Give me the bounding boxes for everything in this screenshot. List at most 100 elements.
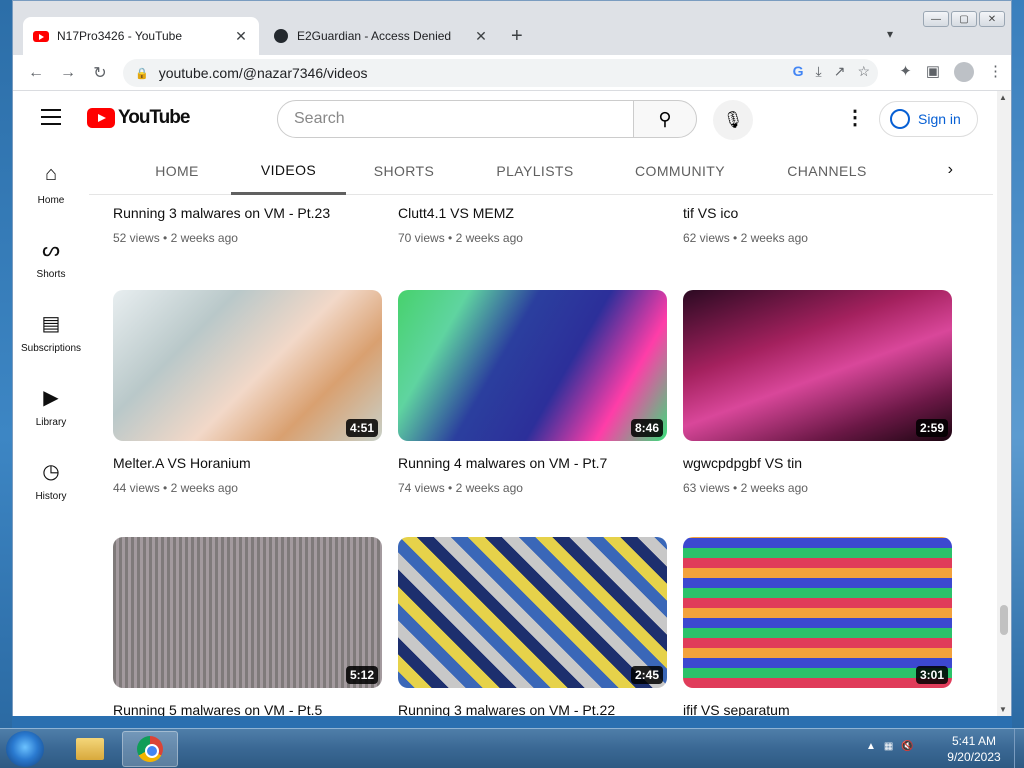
video-thumbnail[interactable]: 3:01 bbox=[683, 537, 952, 688]
video-title[interactable]: Running 3 malwares on VM - Pt.22 bbox=[398, 702, 667, 716]
more-options-icon[interactable]: ⋮ bbox=[845, 105, 865, 130]
forward-arrow-icon[interactable]: → bbox=[57, 62, 79, 84]
maximize-button[interactable]: ▢ bbox=[951, 11, 977, 27]
show-desktop-button[interactable] bbox=[1014, 729, 1024, 768]
video-meta: 63 views • 2 weeks ago bbox=[683, 481, 808, 495]
profile-avatar-icon[interactable] bbox=[954, 62, 974, 82]
duration-badge: 2:45 bbox=[630, 666, 663, 684]
library-icon: ▶ bbox=[43, 386, 59, 409]
close-icon[interactable]: ✕ bbox=[473, 28, 489, 45]
video-card[interactable]: 4:51 Melter.A VS Horanium 44 views • 2 w… bbox=[113, 290, 382, 495]
extensions-icon[interactable]: ✦ bbox=[899, 62, 912, 82]
system-tray: ▲ ▦ 🔇 bbox=[866, 741, 914, 752]
show-hidden-icons-icon[interactable]: ▲ bbox=[866, 741, 876, 752]
network-icon[interactable]: ▦ bbox=[884, 741, 893, 752]
chrome-icon bbox=[137, 736, 163, 762]
video-card[interactable]: Clutt4.1 VS MEMZ 70 views • 2 weeks ago bbox=[398, 199, 667, 245]
video-title[interactable]: ifif VS separatum bbox=[683, 702, 952, 716]
video-title[interactable]: Melter.A VS Horanium bbox=[113, 455, 382, 471]
shorts-icon: ᔕ bbox=[42, 238, 60, 261]
video-card[interactable]: 2:59 wgwcpdpgbf VS tin 63 views • 2 week… bbox=[683, 290, 952, 495]
side-panel-icon[interactable]: ▣ bbox=[926, 62, 940, 82]
video-title[interactable]: Running 5 malwares on VM - Pt.5 bbox=[113, 702, 382, 716]
sidebar-item-shorts[interactable]: ᔕ Shorts bbox=[13, 221, 89, 295]
video-thumbnail[interactable]: 2:45 bbox=[398, 537, 667, 688]
reload-icon[interactable]: ↻ bbox=[89, 62, 111, 84]
folder-icon bbox=[76, 738, 104, 760]
video-card[interactable]: 2:45 Running 3 malwares on VM - Pt.22 bbox=[398, 537, 667, 716]
sidebar-item-library[interactable]: ▶ Library bbox=[13, 369, 89, 443]
youtube-logo[interactable]: YouTube bbox=[87, 107, 190, 129]
close-icon[interactable]: ✕ bbox=[233, 28, 249, 45]
video-title[interactable]: Clutt4.1 VS MEMZ bbox=[398, 205, 667, 221]
sidebar-item-subscriptions[interactable]: ▤ Subscriptions bbox=[13, 295, 89, 369]
github-icon bbox=[273, 28, 289, 44]
minimize-button[interactable]: — bbox=[923, 11, 949, 27]
account-icon bbox=[890, 109, 910, 129]
tab-channels[interactable]: CHANNELS bbox=[767, 147, 887, 195]
volume-muted-icon[interactable]: 🔇 bbox=[901, 741, 913, 752]
home-icon: ⌂ bbox=[44, 162, 58, 185]
tab-shorts[interactable]: SHORTS bbox=[349, 147, 459, 195]
youtube-masthead: YouTube Search ⚲ 🎙 ⋮ Sign in bbox=[13, 91, 999, 147]
duration-badge: 5:12 bbox=[345, 666, 378, 684]
browser-tab-e2guardian[interactable]: E2Guardian - Access Denied ✕ bbox=[263, 17, 499, 55]
video-card[interactable]: Running 3 malwares on VM - Pt.23 52 view… bbox=[113, 199, 382, 245]
video-card[interactable]: 3:01 ifif VS separatum bbox=[683, 537, 952, 716]
video-title[interactable]: tif VS ico bbox=[683, 205, 952, 221]
share-icon[interactable]: ↗ bbox=[834, 63, 846, 80]
chevron-right-icon[interactable]: › bbox=[948, 161, 953, 179]
scroll-down-arrow-icon[interactable]: ▼ bbox=[999, 705, 1007, 714]
back-arrow-icon[interactable]: ← bbox=[25, 62, 47, 84]
scroll-up-arrow-icon[interactable]: ▲ bbox=[999, 93, 1007, 102]
duration-badge: 2:59 bbox=[915, 419, 948, 437]
search-icon: ⚲ bbox=[658, 108, 672, 129]
page-scrollbar[interactable]: ▲ ▼ bbox=[997, 91, 1011, 716]
video-title[interactable]: wgwcpdpgbf VS tin bbox=[683, 455, 952, 471]
window-controls: — ▢ ✕ bbox=[923, 11, 1005, 27]
video-thumbnail[interactable]: 2:59 bbox=[683, 290, 952, 441]
video-card[interactable]: 8:46 Running 4 malwares on VM - Pt.7 74 … bbox=[398, 290, 667, 495]
duration-badge: 8:46 bbox=[630, 419, 663, 437]
menu-hamburger-icon[interactable] bbox=[41, 109, 61, 130]
google-icon[interactable]: G bbox=[793, 63, 804, 80]
taskbar-clock[interactable]: 5:41 AM 9/20/2023 bbox=[944, 733, 1004, 765]
sign-in-button[interactable]: Sign in bbox=[879, 101, 978, 137]
tab-home[interactable]: HOME bbox=[117, 147, 237, 195]
video-card[interactable]: 5:12 Running 5 malwares on VM - Pt.5 bbox=[113, 537, 382, 716]
youtube-play-icon bbox=[87, 108, 115, 128]
video-meta: 44 views • 2 weeks ago bbox=[113, 481, 238, 495]
microphone-icon[interactable]: 🎙 bbox=[713, 100, 753, 140]
tab-videos[interactable]: VIDEOS bbox=[231, 147, 346, 195]
video-title[interactable]: Running 4 malwares on VM - Pt.7 bbox=[398, 455, 667, 471]
address-bar[interactable]: 🔒 youtube.com/@nazar7346/videos G ⤓ ↗ ☆ bbox=[123, 59, 878, 87]
menu-kebab-icon[interactable]: ⋮ bbox=[988, 62, 1003, 82]
video-meta: 70 views • 2 weeks ago bbox=[398, 231, 523, 245]
tab-search-chevron-icon[interactable]: ▾ bbox=[887, 27, 893, 41]
taskbar-file-explorer[interactable] bbox=[62, 731, 118, 767]
windows-taskbar: ▲ ▦ 🔇 5:41 AM 9/20/2023 bbox=[0, 728, 1024, 768]
video-thumbnail[interactable]: 8:46 bbox=[398, 290, 667, 441]
tab-title: N17Pro3426 - YouTube bbox=[57, 29, 182, 43]
install-icon[interactable]: ⤓ bbox=[816, 63, 822, 80]
browser-tab-youtube[interactable]: N17Pro3426 - YouTube ✕ bbox=[23, 17, 259, 55]
scrollbar-thumb[interactable] bbox=[1000, 605, 1008, 635]
new-tab-button[interactable]: + bbox=[511, 25, 523, 48]
tab-community[interactable]: COMMUNITY bbox=[617, 147, 743, 195]
search-button[interactable]: ⚲ bbox=[633, 100, 697, 138]
tab-playlists[interactable]: PLAYLISTS bbox=[479, 147, 591, 195]
video-card[interactable]: tif VS ico 62 views • 2 weeks ago bbox=[683, 199, 952, 245]
video-title[interactable]: Running 3 malwares on VM - Pt.23 bbox=[113, 205, 382, 221]
sidebar-item-home[interactable]: ⌂ Home bbox=[13, 147, 89, 221]
video-thumbnail[interactable]: 5:12 bbox=[113, 537, 382, 688]
search-input[interactable]: Search bbox=[277, 100, 634, 138]
browser-toolbar: ← → ↻ 🔒 youtube.com/@nazar7346/videos G … bbox=[13, 55, 1011, 91]
bookmark-star-icon[interactable]: ☆ bbox=[857, 63, 870, 80]
video-thumbnail[interactable]: 4:51 bbox=[113, 290, 382, 441]
close-window-button[interactable]: ✕ bbox=[979, 11, 1005, 27]
url-text: youtube.com/@nazar7346/videos bbox=[158, 65, 368, 81]
sidebar-item-history[interactable]: ◷ History bbox=[13, 443, 89, 517]
taskbar-chrome[interactable] bbox=[122, 731, 178, 767]
start-button[interactable] bbox=[6, 731, 44, 767]
video-meta: 52 views • 2 weeks ago bbox=[113, 231, 238, 245]
